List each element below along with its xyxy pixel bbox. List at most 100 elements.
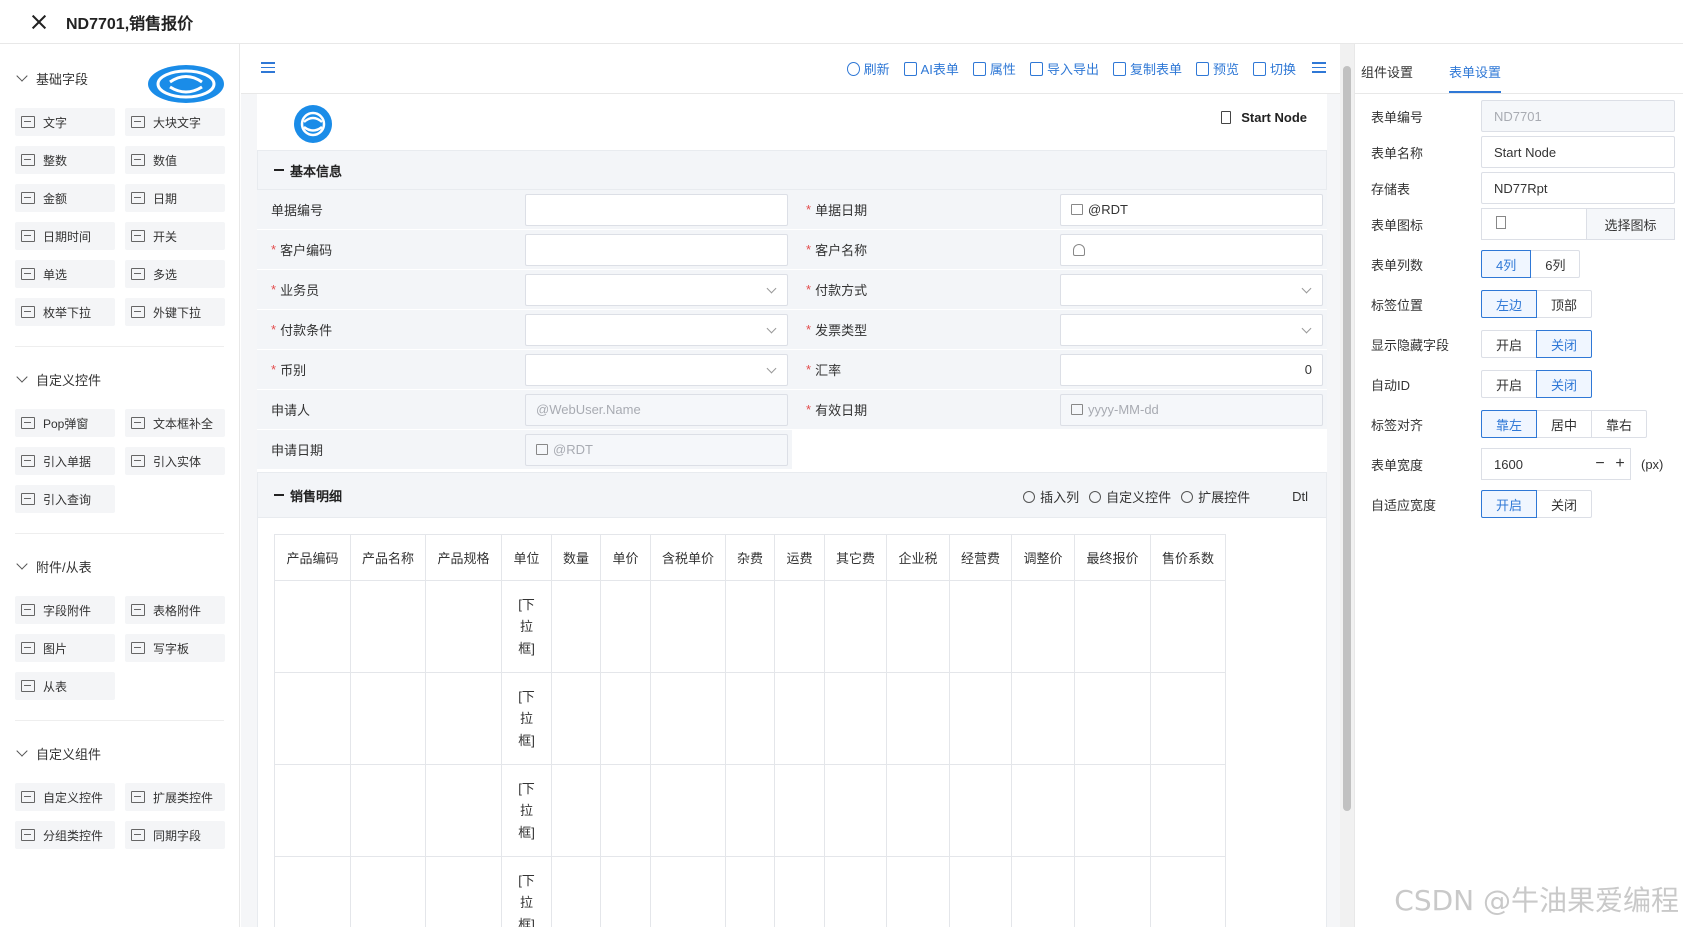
- field-input[interactable]: yyyy-MM-dd: [1060, 393, 1323, 426]
- table-cell[interactable]: [1011, 856, 1075, 927]
- palette-item[interactable]: 扩展类控件: [125, 783, 225, 811]
- collapse-icon[interactable]: [274, 493, 284, 497]
- palette-section-header[interactable]: 附件/从表: [0, 548, 239, 584]
- minus-icon[interactable]: −: [1590, 455, 1610, 473]
- table-cell[interactable]: [949, 672, 1012, 765]
- table-cell[interactable]: [1150, 580, 1226, 673]
- column-header[interactable]: 杂费: [725, 534, 775, 581]
- width-value[interactable]: 1600: [1494, 457, 1590, 472]
- segment-option[interactable]: 靠左: [1481, 410, 1538, 438]
- field-input[interactable]: [525, 273, 788, 306]
- table-cell[interactable]: [下拉框]: [501, 580, 552, 673]
- table-cell[interactable]: [824, 764, 887, 857]
- table-cell[interactable]: [824, 580, 887, 673]
- table-cell[interactable]: [949, 856, 1012, 927]
- form-no-field[interactable]: ND7701: [1481, 100, 1675, 132]
- field-input[interactable]: [1060, 313, 1323, 346]
- toolbar-action-button[interactable]: AI表单: [903, 59, 959, 78]
- select-icon-button[interactable]: 选择图标: [1586, 209, 1674, 239]
- palette-section-header[interactable]: 自定义组件: [0, 735, 239, 771]
- palette-item[interactable]: 分组类控件: [15, 821, 115, 849]
- column-header[interactable]: 运费: [774, 534, 825, 581]
- table-cell[interactable]: [下拉框]: [501, 856, 552, 927]
- table-cell[interactable]: [350, 764, 426, 857]
- palette-item[interactable]: 开关: [125, 222, 225, 250]
- palette-section-header[interactable]: 自定义控件: [0, 361, 239, 397]
- table-cell[interactable]: [824, 856, 887, 927]
- column-header[interactable]: 企业税: [886, 534, 950, 581]
- palette-item[interactable]: 引入查询: [15, 485, 115, 513]
- table-cell[interactable]: [274, 672, 351, 765]
- field-input[interactable]: [525, 313, 788, 346]
- segment-option[interactable]: 顶部: [1536, 290, 1593, 318]
- field-input[interactable]: [1060, 233, 1323, 266]
- table-cell[interactable]: [下拉框]: [501, 672, 552, 765]
- segment-option[interactable]: 居中: [1536, 410, 1593, 438]
- table-cell[interactable]: [824, 672, 887, 765]
- table-cell[interactable]: [425, 580, 502, 673]
- table-cell[interactable]: [650, 580, 726, 673]
- table-cell[interactable]: [1011, 672, 1075, 765]
- table-cell[interactable]: [725, 580, 775, 673]
- table-cell[interactable]: [725, 856, 775, 927]
- detail-action-button[interactable]: 扩展控件: [1181, 487, 1250, 506]
- table-cell[interactable]: [551, 764, 601, 857]
- properties-tab[interactable]: 表单设置: [1449, 62, 1502, 93]
- table-cell[interactable]: [774, 672, 825, 765]
- table-cell[interactable]: [774, 856, 825, 927]
- vertical-scrollbar[interactable]: [1340, 44, 1354, 927]
- field-input[interactable]: @WebUser.Name: [525, 393, 788, 426]
- toolbar-action-button[interactable]: 复制表单: [1112, 59, 1182, 78]
- palette-item[interactable]: 同期字段: [125, 821, 225, 849]
- table-cell[interactable]: [886, 672, 950, 765]
- toolbar-action-button[interactable]: 属性: [972, 59, 1016, 78]
- table-cell[interactable]: [886, 856, 950, 927]
- table-cell[interactable]: [551, 856, 601, 927]
- toolbar-action-button[interactable]: 预览: [1195, 59, 1239, 78]
- column-header[interactable]: 产品名称: [350, 534, 426, 581]
- palette-item[interactable]: 日期: [125, 184, 225, 212]
- toolbar-action-button[interactable]: 切换: [1252, 59, 1296, 78]
- palette-item[interactable]: 引入单据: [15, 447, 115, 475]
- table-cell[interactable]: [274, 580, 351, 673]
- table-cell[interactable]: [1011, 764, 1075, 857]
- toolbar-action-button[interactable]: 刷新: [846, 59, 890, 78]
- field-input[interactable]: [1060, 273, 1323, 306]
- palette-item[interactable]: 数值: [125, 146, 225, 174]
- column-header[interactable]: 单价: [600, 534, 651, 581]
- table-cell[interactable]: [1074, 764, 1151, 857]
- palette-item[interactable]: 从表: [15, 672, 115, 700]
- table-cell[interactable]: [650, 764, 726, 857]
- table-cell[interactable]: [886, 580, 950, 673]
- collapse-left-icon[interactable]: [261, 62, 275, 74]
- table-cell[interactable]: [425, 856, 502, 927]
- table-cell[interactable]: [551, 672, 601, 765]
- palette-item[interactable]: 写字板: [125, 634, 225, 662]
- scrollbar-thumb[interactable]: [1343, 66, 1351, 811]
- form-name-field[interactable]: Start Node: [1481, 136, 1675, 168]
- palette-item[interactable]: 金额: [15, 184, 115, 212]
- table-cell[interactable]: [650, 672, 726, 765]
- segment-option[interactable]: 关闭: [1536, 490, 1593, 518]
- column-header[interactable]: 产品编码: [274, 534, 351, 581]
- palette-item[interactable]: 图片: [15, 634, 115, 662]
- table-cell[interactable]: [425, 672, 502, 765]
- field-input[interactable]: [525, 233, 788, 266]
- table-cell[interactable]: [1150, 764, 1226, 857]
- table-cell[interactable]: [350, 672, 426, 765]
- palette-item[interactable]: 文字: [15, 108, 115, 136]
- column-header[interactable]: 数量: [551, 534, 601, 581]
- palette-item[interactable]: 单选: [15, 260, 115, 288]
- palette-item[interactable]: 字段附件: [15, 596, 115, 624]
- table-cell[interactable]: [600, 580, 651, 673]
- column-header[interactable]: 含税单价: [650, 534, 726, 581]
- basic-info-header[interactable]: 基本信息: [257, 150, 1327, 190]
- table-cell[interactable]: [600, 672, 651, 765]
- segment-option[interactable]: 关闭: [1536, 370, 1593, 398]
- table-cell[interactable]: [725, 764, 775, 857]
- palette-item[interactable]: 自定义控件: [15, 783, 115, 811]
- table-cell[interactable]: [1011, 580, 1075, 673]
- segment-option[interactable]: 靠右: [1591, 410, 1648, 438]
- column-header[interactable]: 经营费: [949, 534, 1012, 581]
- palette-item[interactable]: 表格附件: [125, 596, 225, 624]
